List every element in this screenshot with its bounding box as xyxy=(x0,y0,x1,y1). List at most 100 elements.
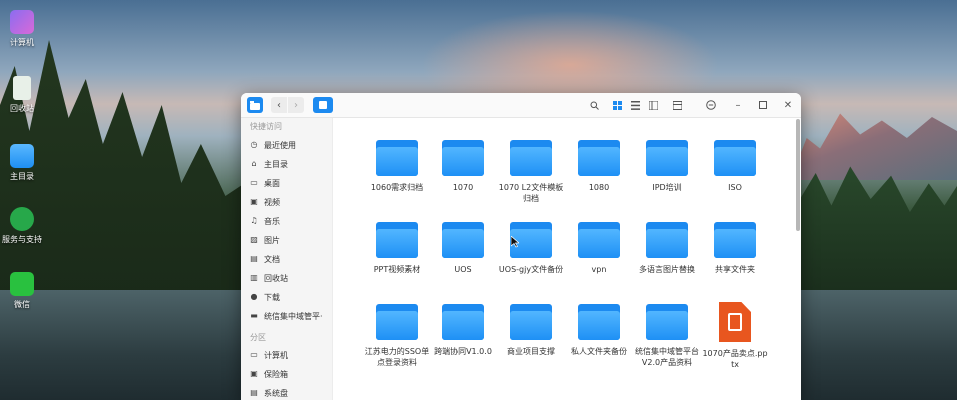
file-name: 统信集中域管平台V2.0产品资料 xyxy=(635,347,699,367)
sidebar-item-domain-folder[interactable]: ▬ 统信集中域管平· xyxy=(250,308,332,324)
file-item[interactable]: 共享文件夹 xyxy=(701,222,769,275)
sidebar-item-trash[interactable]: ▥ 回收站 xyxy=(250,270,332,286)
file-grid: 1060需求归档 1070 1070 L2文件模板归档 1080 IPD培训 I… xyxy=(333,118,793,400)
file-name: 江苏电力的SSO单点登录资料 xyxy=(364,347,430,367)
file-item[interactable]: 私人文件夹备份 xyxy=(565,304,633,357)
sidebar-item-computer[interactable]: ▭ 计算机 xyxy=(250,347,332,363)
forward-button[interactable]: › xyxy=(288,97,304,113)
file-item[interactable]: 统信集中域管平台V2.0产品资料 xyxy=(633,304,701,368)
file-item[interactable]: 多语言图片替换 xyxy=(633,222,701,275)
picture-icon: ▨ xyxy=(250,235,258,244)
sidebar-item-downloads[interactable]: ● 下载 xyxy=(250,289,332,305)
sidebar-item-desktop[interactable]: ▭ 桌面 xyxy=(250,175,332,191)
file-item[interactable]: 1070产品卖点.pptx xyxy=(701,302,769,370)
file-name: 1070 L2文件模板归档 xyxy=(498,183,564,203)
sidebar-item-recent[interactable]: ◷ 最近使用 xyxy=(250,137,332,153)
video-icon: ▣ xyxy=(250,197,258,206)
file-item[interactable]: 1070 L2文件模板归档 xyxy=(497,140,565,204)
file-name: 1070 xyxy=(452,183,474,192)
sidebar-item-video[interactable]: ▣ 视频 xyxy=(250,194,332,210)
folder-icon xyxy=(646,304,688,340)
desktop-icon-label: 计算机 xyxy=(10,38,34,47)
sidebar-item-system-disk[interactable]: ▤ 系统盘 xyxy=(250,385,332,400)
back-button[interactable]: ‹ xyxy=(271,97,287,113)
file-item[interactable]: ISO xyxy=(701,140,769,193)
file-item[interactable]: 1080 xyxy=(565,140,633,193)
desktop-icon-computer[interactable]: 计算机 xyxy=(0,10,44,48)
sidebar-item-label: 下载 xyxy=(264,292,280,302)
desktop-icon-support[interactable]: 服务与支持 xyxy=(0,207,44,245)
file-name: PPT视频素材 xyxy=(373,265,421,274)
home-icon: ⌂ xyxy=(251,159,257,168)
folder-icon xyxy=(646,140,688,176)
file-item[interactable]: 跨端协同V1.0.0 xyxy=(429,304,497,357)
sidebar-item-documents[interactable]: ▤ 文档 xyxy=(250,251,332,267)
close-button[interactable]: ✕ xyxy=(781,97,795,113)
sidebar-item-label: 保险箱 xyxy=(264,369,288,379)
file-item[interactable]: UOS-gjy文件备份 xyxy=(497,222,565,275)
sidebar-item-label: 主目录 xyxy=(264,159,288,169)
folder-icon xyxy=(578,140,620,176)
desktop-icon-label: 主目录 xyxy=(10,172,34,181)
desktop-icon-wechat[interactable]: 微信 xyxy=(0,272,44,310)
trash-icon xyxy=(13,76,31,100)
file-name: 1080 xyxy=(588,183,610,192)
sidebar-item-label: 计算机 xyxy=(264,350,288,360)
file-name: 私人文件夹备份 xyxy=(571,347,627,356)
computer-icon: ▭ xyxy=(250,350,258,359)
file-item[interactable]: 1060需求归档 xyxy=(363,140,431,193)
list-view-button[interactable] xyxy=(628,97,642,113)
folder-icon xyxy=(578,304,620,340)
desktop-icon-home[interactable]: 主目录 xyxy=(0,144,44,182)
folder-icon xyxy=(714,222,756,258)
desktop-icon-label: 服务与支持 xyxy=(2,235,42,244)
sidebar-item-label: 文档 xyxy=(264,254,280,264)
vertical-scrollbar[interactable] xyxy=(796,119,800,231)
minimize-button[interactable]: – xyxy=(731,97,745,113)
sidebar-item-music[interactable]: ♫ 音乐 xyxy=(250,213,332,229)
file-item[interactable]: vpn xyxy=(565,222,633,275)
support-icon xyxy=(10,207,34,231)
detail-view-icon xyxy=(648,100,658,110)
file-name: 共享文件夹 xyxy=(715,265,755,274)
sidebar-item-home[interactable]: ⌂ 主目录 xyxy=(250,156,332,172)
main-menu-button[interactable] xyxy=(704,97,718,113)
file-item[interactable]: UOS xyxy=(429,222,497,275)
file-name: 跨端协同V1.0.0 xyxy=(434,347,492,356)
sidebar-item-pictures[interactable]: ▨ 图片 xyxy=(250,232,332,248)
folder-icon xyxy=(442,304,484,340)
wechat-icon xyxy=(10,272,34,296)
file-name: 1070产品卖点.pptx xyxy=(702,349,768,369)
search-button[interactable] xyxy=(587,97,601,113)
folder-icon xyxy=(376,140,418,176)
sidebar-item-label: 桌面 xyxy=(264,178,280,188)
sidebar-item-label: 系统盘 xyxy=(264,388,288,398)
file-name: 商业项目支撑 xyxy=(507,347,555,356)
file-item[interactable]: 江苏电力的SSO单点登录资料 xyxy=(363,304,431,368)
icon-view-button[interactable] xyxy=(610,97,624,113)
file-item[interactable]: IPD培训 xyxy=(633,140,701,193)
maximize-button[interactable] xyxy=(756,97,770,113)
file-item[interactable]: PPT视频素材 xyxy=(363,222,431,275)
folder-icon xyxy=(578,222,620,258)
location-button[interactable] xyxy=(313,97,333,113)
folder-icon xyxy=(510,140,552,176)
home-folder-icon xyxy=(10,144,34,168)
sidebar-item-safe[interactable]: ▣ 保险箱 xyxy=(250,366,332,382)
file-item[interactable]: 1070 xyxy=(429,140,497,193)
sort-button[interactable] xyxy=(670,97,684,113)
sidebar-item-label: 视频 xyxy=(264,197,280,207)
file-name: UOS-gjy文件备份 xyxy=(498,265,564,274)
folder-icon: ▬ xyxy=(250,311,258,320)
detail-view-button[interactable] xyxy=(646,97,660,113)
sidebar-item-label: 回收站 xyxy=(264,273,288,283)
recent-icon: ◷ xyxy=(250,140,258,149)
file-manager-icon xyxy=(247,97,263,113)
desktop-icon-trash[interactable]: 回收站 xyxy=(0,76,44,114)
disk-icon: ▤ xyxy=(250,388,258,397)
minimize-icon: – xyxy=(735,99,741,111)
file-item[interactable]: 商业项目支撑 xyxy=(497,304,565,357)
sidebar-item-label: 图片 xyxy=(264,235,280,245)
search-icon xyxy=(590,101,599,110)
file-name: 1060需求归档 xyxy=(370,183,424,192)
